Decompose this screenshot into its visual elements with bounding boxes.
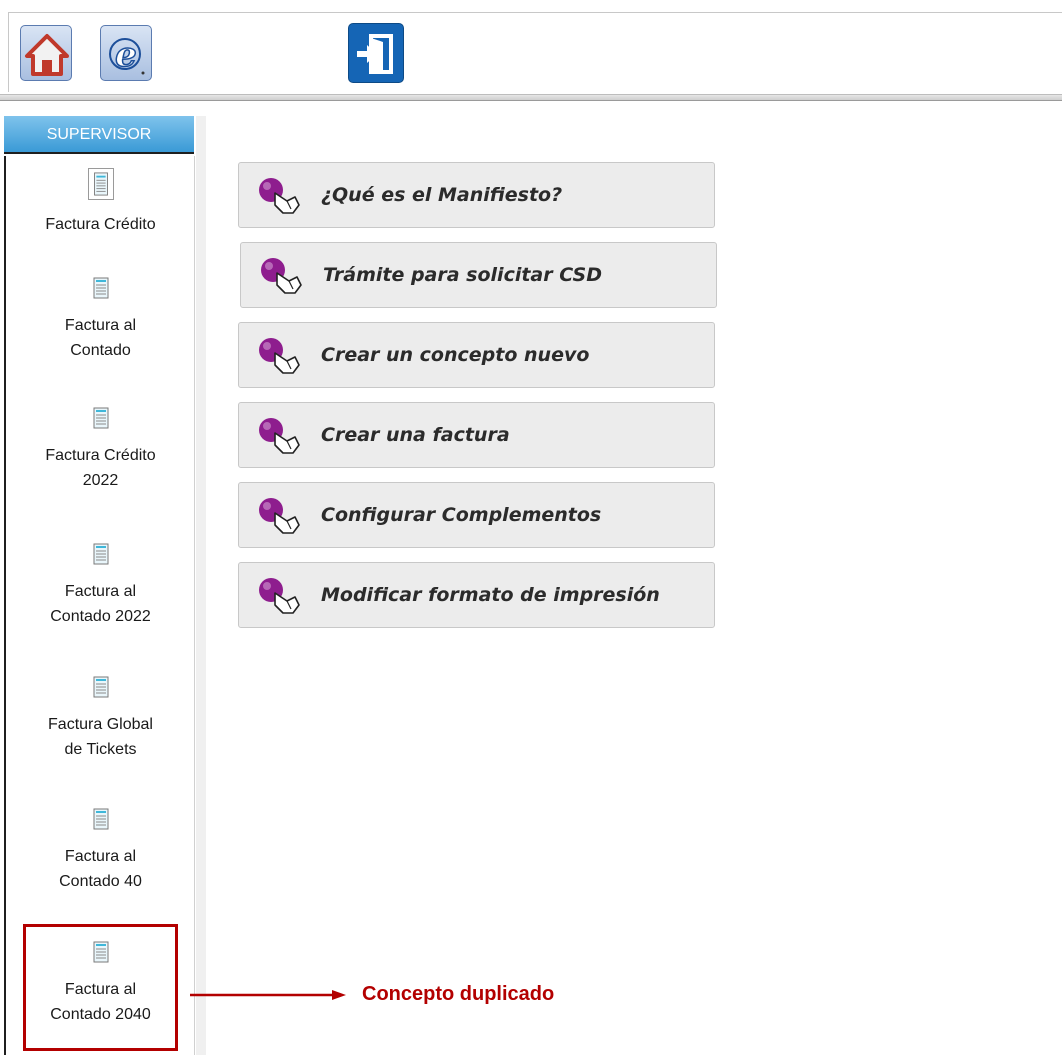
document-icon: [87, 168, 114, 200]
annotation-label: Concepto duplicado: [362, 983, 555, 1005]
sidebar-item-factura-global-de-tickets[interactable]: Factura Global de Tickets: [6, 676, 195, 762]
crear-factura-button[interactable]: Crear una factura: [238, 402, 715, 468]
toolbar-frame: [8, 12, 1062, 92]
sidebar-item-label-line2: Contado 2022: [50, 608, 151, 625]
sidebar-item-factura-al-contado-2022[interactable]: Factura al Contado 2022: [6, 543, 195, 629]
sidebar-item-label-line2: Contado 2040: [50, 1006, 151, 1023]
manifiesto-button[interactable]: ¿Qué es el Manifiesto?: [238, 162, 715, 228]
home-button[interactable]: [20, 25, 72, 81]
sidebar-item-label-line1: Factura al: [64, 317, 137, 334]
sidebar-item-label-line2: Contado: [70, 342, 131, 359]
sidebar-item-label-line2: de Tickets: [64, 741, 137, 758]
pointing-hand-icon: [259, 338, 300, 374]
pointing-hand-icon: [259, 578, 300, 614]
toolbar-separator: [0, 94, 1062, 101]
home-icon: [25, 34, 69, 76]
sidebar-item-label-line1: Factura al: [64, 583, 137, 600]
document-icon: [93, 277, 108, 299]
sidebar-item-label-line2: Contado 40: [59, 873, 142, 890]
sidebar: SUPERVISOR Factura Crédito Factura al Co…: [0, 108, 206, 1055]
sidebar-item-label-line1: Factura Global: [48, 716, 153, 733]
button-label: ¿Qué es el Manifiesto?: [321, 184, 563, 206]
sidebar-tab-label: SUPERVISOR: [46, 126, 152, 143]
document-icon: [93, 941, 108, 963]
sidebar-list: Factura Crédito Factura al Contado Factu…: [4, 156, 195, 1055]
sidebar-item-label: Factura Crédito: [45, 216, 156, 233]
modificar-formato-button[interactable]: Modificar formato de impresión: [238, 562, 715, 628]
sidebar-item-label-line1: Factura al: [64, 981, 137, 998]
sidebar-item-label-line1: Factura Crédito: [45, 447, 156, 464]
sidebar-item-factura-al-contado-2040[interactable]: Factura al Contado 2040: [23, 924, 178, 1051]
document-icon: [93, 676, 108, 698]
exit-button[interactable]: [348, 23, 404, 83]
pointing-hand-icon: [259, 178, 300, 214]
sidebar-item-factura-al-contado[interactable]: Factura al Contado: [6, 277, 195, 363]
button-label: Modificar formato de impresión: [321, 584, 660, 606]
tramite-csd-button[interactable]: Trámite para solicitar CSD: [240, 242, 717, 308]
toolbar: e: [0, 0, 1062, 101]
document-icon: [93, 808, 108, 830]
sidebar-tab-supervisor[interactable]: SUPERVISOR: [4, 116, 194, 154]
document-icon: [93, 543, 108, 565]
web-button[interactable]: e: [100, 25, 152, 81]
exit-door-icon: [357, 34, 393, 74]
annotation-arrow: [190, 990, 346, 1000]
pointing-hand-icon: [259, 418, 300, 454]
sidebar-item-label-line2: 2022: [82, 472, 119, 489]
crear-concepto-button[interactable]: Crear un concepto nuevo: [238, 322, 715, 388]
document-icon: [93, 407, 108, 429]
button-label: Trámite para solicitar CSD: [323, 264, 602, 286]
sidebar-item-factura-al-contado-40[interactable]: Factura al Contado 40: [6, 808, 195, 894]
button-label: Crear un concepto nuevo: [321, 344, 590, 366]
sidebar-item-factura-credito[interactable]: Factura Crédito: [6, 168, 195, 237]
sidebar-item-factura-credito-2022[interactable]: Factura Crédito 2022: [6, 407, 195, 493]
sidebar-gutter: [196, 116, 206, 1055]
button-label: Crear una factura: [321, 424, 510, 446]
web-e-icon: e: [109, 34, 145, 76]
button-label: Configurar Complementos: [321, 504, 602, 526]
pointing-hand-icon: [259, 498, 300, 534]
sidebar-item-label-line1: Factura al: [64, 848, 137, 865]
pointing-hand-icon: [261, 258, 302, 294]
configurar-complementos-button[interactable]: Configurar Complementos: [238, 482, 715, 548]
